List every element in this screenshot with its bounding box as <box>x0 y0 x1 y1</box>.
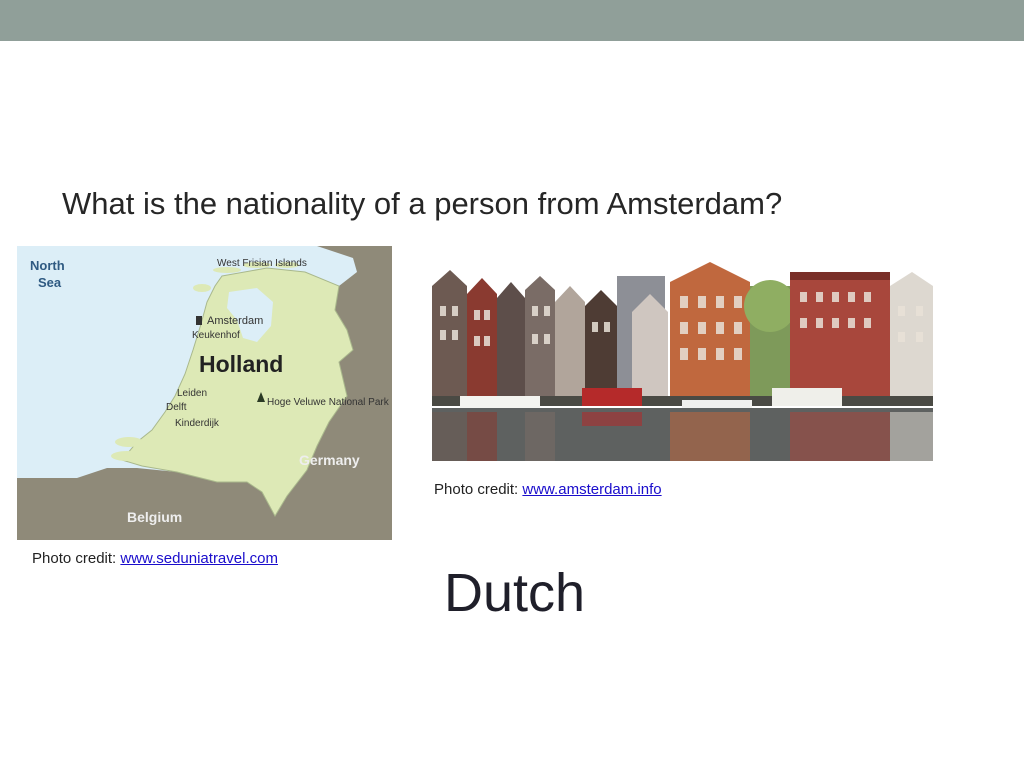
question-text: What is the nationality of a person from… <box>62 186 783 221</box>
holland-map-image: North Sea West Frisian Islands Amsterdam… <box>17 246 392 540</box>
map-photo-credit: Photo credit: www.seduniatravel.com <box>32 550 278 567</box>
map-label-north-sea-2: Sea <box>38 275 62 290</box>
map-label-kinderdijk: Kinderdijk <box>175 418 220 429</box>
canal-photo-credit: Photo credit: www.amsterdam.info <box>434 481 662 498</box>
map-label-delft: Delft <box>166 402 187 413</box>
map-label-leiden: Leiden <box>177 388 207 399</box>
map-label-belgium: Belgium <box>127 509 182 525</box>
map-label-amsterdam: Amsterdam <box>207 315 263 327</box>
top-header-band <box>0 0 1024 41</box>
map-credit-prefix: Photo credit: <box>32 550 121 567</box>
amsterdam-info-link[interactable]: www.amsterdam.info <box>522 481 661 498</box>
answer-text: Dutch <box>444 563 586 623</box>
map-label-germany: Germany <box>299 452 360 468</box>
amsterdam-canal-houses-photo <box>432 246 933 461</box>
map-label-hoge-veluwe: Hoge Veluwe National Park <box>267 397 390 408</box>
seduniatravel-link[interactable]: www.seduniatravel.com <box>120 550 278 567</box>
map-label-holland: Holland <box>199 351 283 377</box>
map-label-west-frisian: West Frisian Islands <box>217 258 307 269</box>
map-label-keukenhof: Keukenhof <box>192 330 240 341</box>
amsterdam-marker-icon <box>196 316 202 325</box>
photo-credit-prefix: Photo credit: <box>434 481 523 498</box>
map-label-north-sea-1: North <box>30 258 65 273</box>
